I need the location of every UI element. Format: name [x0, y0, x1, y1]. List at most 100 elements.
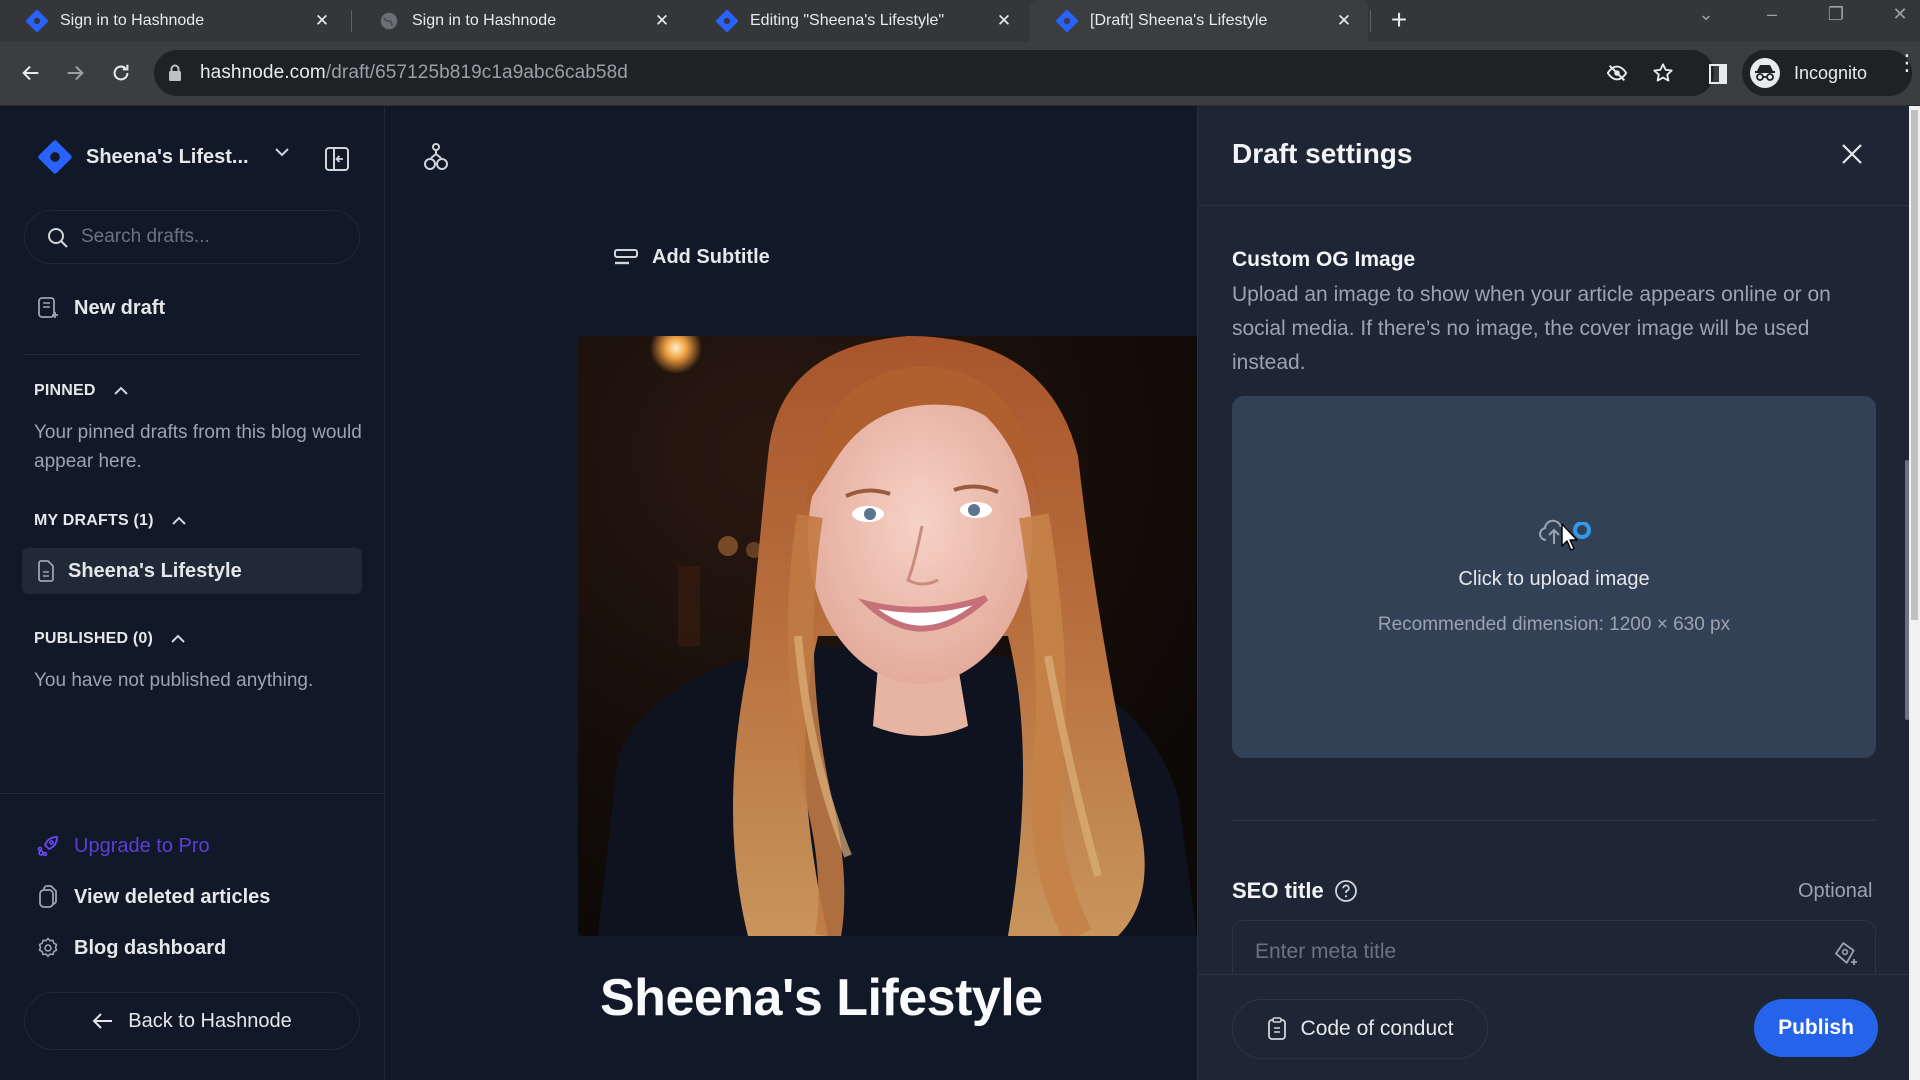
profile-label: Incognito [1794, 62, 1868, 83]
section-divider [1232, 820, 1876, 821]
chevron-up-icon [171, 634, 185, 643]
bookmark-star-icon[interactable] [1652, 62, 1674, 84]
lock-icon [169, 64, 181, 81]
upgrade-label: Upgrade to Pro [74, 834, 210, 857]
close-icon[interactable] [1838, 140, 1866, 168]
seo-title-text: SEO title [1232, 878, 1324, 903]
new-tab-button[interactable]: + [1384, 5, 1414, 35]
chevron-down-icon[interactable] [272, 142, 292, 162]
tab-close-icon[interactable]: ✕ [312, 11, 332, 31]
ai-generate-icon[interactable] [1833, 941, 1859, 967]
panel-footer: Code of conduct Publish [1198, 974, 1910, 1080]
arrow-right-icon [67, 65, 84, 81]
seo-title-label: SEO title [1232, 878, 1358, 904]
reload-button[interactable] [104, 56, 138, 90]
url-path: /draft/657125b819c1a9abc6cab58d [325, 62, 628, 83]
tab-close-icon[interactable]: ✕ [652, 11, 672, 31]
back-button[interactable] [14, 56, 48, 90]
blog-name: Sheena's Lifest... [86, 145, 249, 168]
hashnode-logo-icon [716, 10, 738, 32]
page-scrollbar-thumb[interactable] [1911, 110, 1918, 620]
tab-title: Editing "Sheena's Lifestyle" [750, 12, 945, 29]
search-icon [48, 228, 68, 248]
draft-title: Sheena's Lifestyle [68, 559, 242, 582]
globe-icon [380, 12, 398, 30]
widgets-icon[interactable] [422, 142, 450, 174]
hashnode-logo-icon [26, 10, 48, 32]
restore-button[interactable]: ❐ [1816, 4, 1856, 25]
upgrade-to-pro-link[interactable]: Upgrade to Pro [36, 834, 210, 858]
og-image-heading: Custom OG Image [1232, 248, 1416, 271]
browser-tab-strip: Sign in to Hashnode ✕ Sign in to Hashnod… [0, 0, 1920, 42]
tab-title: Sign in to Hashnode [412, 12, 557, 29]
back-label: Back to Hashnode [128, 1009, 292, 1032]
publish-button[interactable]: Publish [1754, 999, 1878, 1057]
browser-toolbar: hashnode.com/draft/657125b819c1a9abc6cab… [0, 42, 1920, 106]
article-title[interactable]: Sheena's Lifestyle [600, 968, 1043, 1028]
published-heading: PUBLISHED (0) [34, 630, 154, 647]
chevron-up-icon [171, 516, 186, 525]
incognito-profile-button[interactable]: Incognito [1742, 50, 1912, 96]
arrow-left-icon [22, 65, 39, 81]
back-to-hashnode-button[interactable]: Back to Hashnode [24, 992, 360, 1050]
tab-close-icon[interactable]: ✕ [994, 11, 1014, 31]
url-host: hashnode.com [200, 62, 326, 83]
copy-documents-icon [36, 885, 60, 909]
hashnode-logo-icon [38, 140, 72, 174]
gear-icon [36, 936, 60, 960]
og-image-description: Upload an image to show when your articl… [1232, 283, 1831, 374]
browser-tab[interactable]: Sign in to Hashnode ✕ [0, 0, 346, 42]
browser-tab-active[interactable]: [Draft] Sheena's Lifestyle ✕ [1030, 0, 1368, 42]
minimize-button[interactable]: – [1752, 4, 1792, 25]
view-deleted-articles-link[interactable]: View deleted articles [36, 885, 270, 909]
browser-menu-icon[interactable]: ⋮ [1896, 52, 1918, 74]
browser-tab[interactable]: Sign in to Hashnode ✕ [352, 0, 686, 42]
search-drafts[interactable] [24, 210, 360, 264]
help-circle-icon[interactable] [1334, 879, 1358, 903]
upload-recommended-dimension: Recommended dimension: 1200 × 630 px [1377, 614, 1731, 635]
tab-title: [Draft] Sheena's Lifestyle [1090, 12, 1268, 29]
incognito-icon [1750, 58, 1780, 88]
upload-label: Click to upload image [1458, 568, 1650, 590]
sidebar-divider [24, 354, 360, 355]
tab-divider [1370, 10, 1371, 32]
address-bar[interactable]: hashnode.com/draft/657125b819c1a9abc6cab… [154, 50, 1714, 96]
published-empty-text: You have not published anything. [34, 670, 314, 691]
pinned-section-toggle[interactable]: PINNED [34, 382, 130, 400]
sidebar-divider [0, 793, 385, 794]
forward-button[interactable] [58, 56, 92, 90]
editor-canvas: Add Subtitle Sheena's Lifestyle [386, 106, 1197, 1080]
blog-dashboard-link[interactable]: Blog dashboard [36, 936, 226, 960]
published-section-toggle[interactable]: PUBLISHED (0) [34, 630, 187, 648]
og-image-upload-dropzone[interactable]: Click to upload image Recommended dimens… [1232, 396, 1876, 758]
add-subtitle-button[interactable]: Add Subtitle [614, 246, 770, 269]
clipboard-icon [1267, 1017, 1286, 1040]
draft-list-item[interactable]: Sheena's Lifestyle [22, 548, 362, 594]
blog-switcher[interactable]: Sheena's Lifest... [38, 140, 249, 174]
my-drafts-heading: MY DRAFTS (1) [34, 512, 154, 529]
cover-image[interactable] [578, 336, 1197, 936]
code-of-conduct-label: Code of conduct [1300, 1017, 1454, 1040]
chevron-up-icon [113, 386, 128, 395]
tab-close-icon[interactable]: ✕ [1334, 11, 1354, 31]
document-icon [38, 560, 54, 582]
blog-dashboard-label: Blog dashboard [74, 936, 227, 959]
new-draft-button[interactable]: New draft [36, 296, 165, 320]
seo-title-optional: Optional [1798, 880, 1873, 902]
side-panel-icon[interactable] [1708, 64, 1728, 84]
rocket-icon [36, 834, 60, 858]
page-scrollbar[interactable] [1909, 106, 1920, 1080]
tab-search-icon[interactable]: ⌄ [1686, 4, 1726, 25]
browser-tab[interactable]: Editing "Sheena's Lifestyle" ✕ [690, 0, 1028, 42]
my-drafts-section-toggle[interactable]: MY DRAFTS (1) [34, 512, 188, 530]
view-deleted-label: View deleted articles [74, 885, 271, 908]
search-drafts-input[interactable] [81, 211, 341, 263]
eye-off-icon[interactable] [1606, 62, 1628, 84]
cover-photo-illustration [578, 336, 1197, 936]
hashnode-logo-icon [1056, 10, 1078, 32]
draft-settings-panel: Draft settings Custom OG Image Upload an… [1197, 106, 1910, 1080]
drafts-sidebar: Sheena's Lifest... New draft PINNED Your… [0, 106, 385, 1080]
window-close-button[interactable]: ✕ [1880, 4, 1920, 25]
collapse-sidebar-icon[interactable] [324, 146, 350, 172]
code-of-conduct-button[interactable]: Code of conduct [1232, 999, 1488, 1059]
